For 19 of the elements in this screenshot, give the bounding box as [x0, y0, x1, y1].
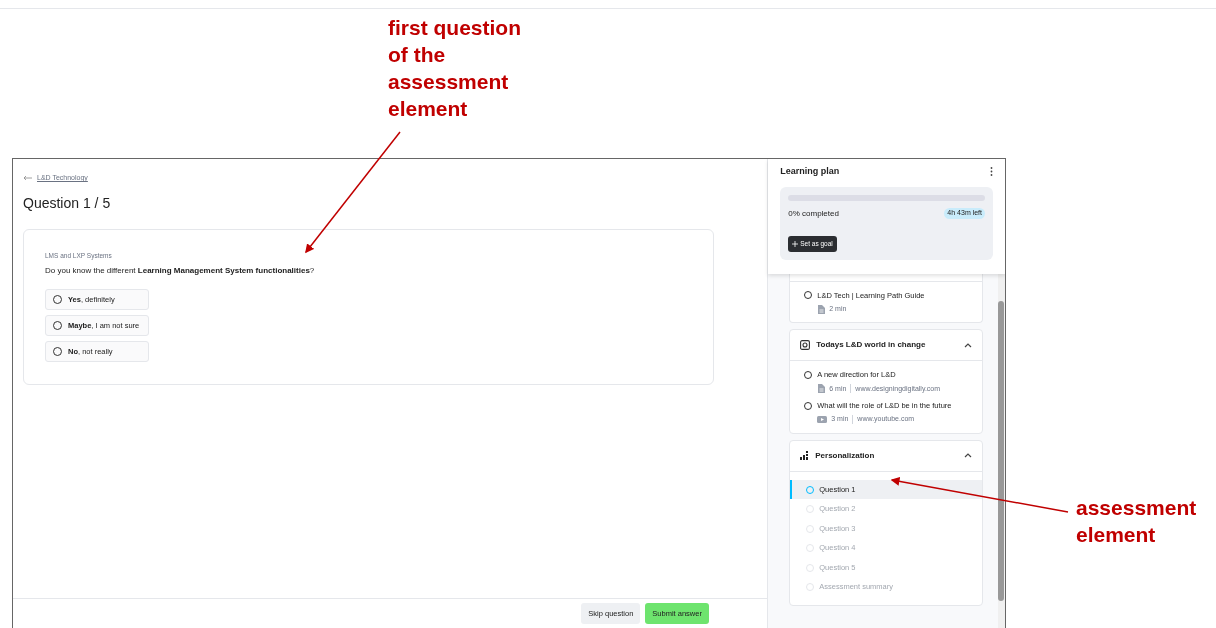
video-icon	[817, 416, 828, 423]
framed-circle-icon	[800, 340, 811, 351]
scrollbar-thumb[interactable]	[998, 301, 1004, 601]
document-icon	[817, 304, 826, 314]
chevron-up-icon[interactable]	[964, 342, 972, 348]
plus-icon	[792, 240, 799, 247]
annotation-text: first question of the assessment element	[388, 15, 522, 122]
question-text: Do you know the different Learning Management System functionalities?	[45, 265, 316, 278]
arrow-left-icon	[23, 175, 33, 182]
bar-chart-icon	[800, 451, 810, 461]
section-title[interactable]: Todays L&D world in change	[816, 339, 926, 352]
document-icon	[817, 384, 826, 394]
progress-label: 0% completed	[788, 207, 839, 220]
more-vertical-icon[interactable]	[990, 167, 993, 177]
plan-title: Learning plan	[780, 165, 840, 178]
chevron-up-icon[interactable]	[964, 453, 972, 459]
section-title[interactable]: Personalization	[815, 449, 875, 462]
page-title: Question 1 / 5	[23, 193, 112, 212]
annotation-text: assessment element	[1076, 495, 1198, 548]
